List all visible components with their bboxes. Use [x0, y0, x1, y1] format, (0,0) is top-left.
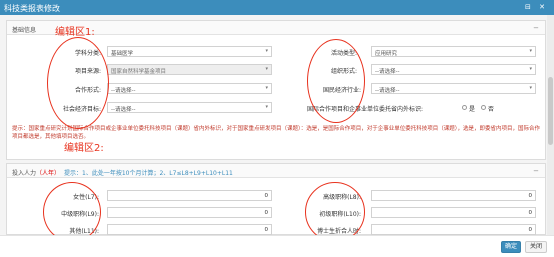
scrollbar[interactable]: [547, 15, 554, 235]
junior-input[interactable]: 0: [371, 207, 536, 218]
close-button[interactable]: 关闭: [525, 241, 547, 253]
annotation-circle-right-2: [305, 182, 365, 235]
chevron-down-icon: ▾: [265, 104, 268, 110]
chevron-down-icon: ▾: [529, 85, 532, 91]
manpower-header: 投入人力（人年） 提示：1、此处一年按10个月计算；2、L7≤L8+L9+L10+…: [7, 164, 545, 178]
grad-input[interactable]: 0: [371, 224, 536, 235]
collapse-icon[interactable]: −: [533, 167, 539, 175]
chevron-down-icon: ▾: [265, 66, 268, 72]
collapse-icon[interactable]: −: [533, 24, 539, 32]
annotation-circle-right: [307, 39, 365, 123]
coop-select[interactable]: --请选择-- ▾: [107, 83, 272, 94]
manpower-section: 投入人力（人年） 提示：1、此处一年按10个月计算；2、L7≤L8+L9+L10+…: [6, 163, 546, 235]
org-select[interactable]: --请选择-- ▾: [371, 64, 536, 75]
chevron-down-icon: ▾: [265, 48, 268, 54]
intl-yes-label: 是: [469, 106, 476, 113]
subject-select[interactable]: 基础医学 ▾: [107, 46, 272, 57]
chevron-down-icon: ▾: [529, 48, 532, 54]
dialog-footer: 确定 关闭: [0, 235, 554, 257]
social-select[interactable]: --请选择-- ▾: [107, 102, 272, 113]
intl-yes-radio[interactable]: [462, 105, 467, 110]
senior-input[interactable]: 0: [371, 190, 536, 201]
manpower-title: 投入人力（人年） 提示：1、此处一年按10个月计算；2、L7≤L8+L9+L10+…: [12, 170, 233, 177]
dialog-titlebar: 科技类报表修改 ⊟ ✕: [0, 0, 554, 15]
edit-area-2-annotation: 编辑区2:: [64, 143, 104, 154]
other-input[interactable]: 0: [107, 224, 272, 235]
annotation-circle-left: [47, 37, 109, 129]
intl-no-label: 否: [488, 106, 495, 113]
dialog-title: 科技类报表修改: [4, 4, 60, 13]
chevron-down-icon: ▾: [529, 66, 532, 72]
source-select[interactable]: 国家自然科学基金项目 ▾: [107, 64, 272, 75]
female-input[interactable]: 0: [107, 190, 272, 201]
window-controls-icon[interactable]: ⊟ ✕: [525, 3, 548, 11]
ok-button[interactable]: 确定: [501, 241, 521, 253]
scrollbar-thumb[interactable]: [548, 77, 553, 145]
intl-no-radio[interactable]: [481, 105, 486, 110]
dialog-body: 基础信息 − 编辑区1: 学科分类: 基础医学 ▾ 活动类型: 应用研究 ▾ 项目来…: [0, 15, 554, 235]
economy-select[interactable]: --请选择-- ▾: [371, 83, 536, 94]
middle-input[interactable]: 0: [107, 207, 272, 218]
annotation-circle-left-2: [43, 182, 101, 235]
basic-info-title: 基础信息: [12, 27, 37, 34]
activity-select[interactable]: 应用研究 ▾: [371, 46, 536, 57]
edit-area-1-annotation: 编辑区1:: [55, 27, 95, 38]
chevron-down-icon: ▾: [265, 85, 268, 91]
